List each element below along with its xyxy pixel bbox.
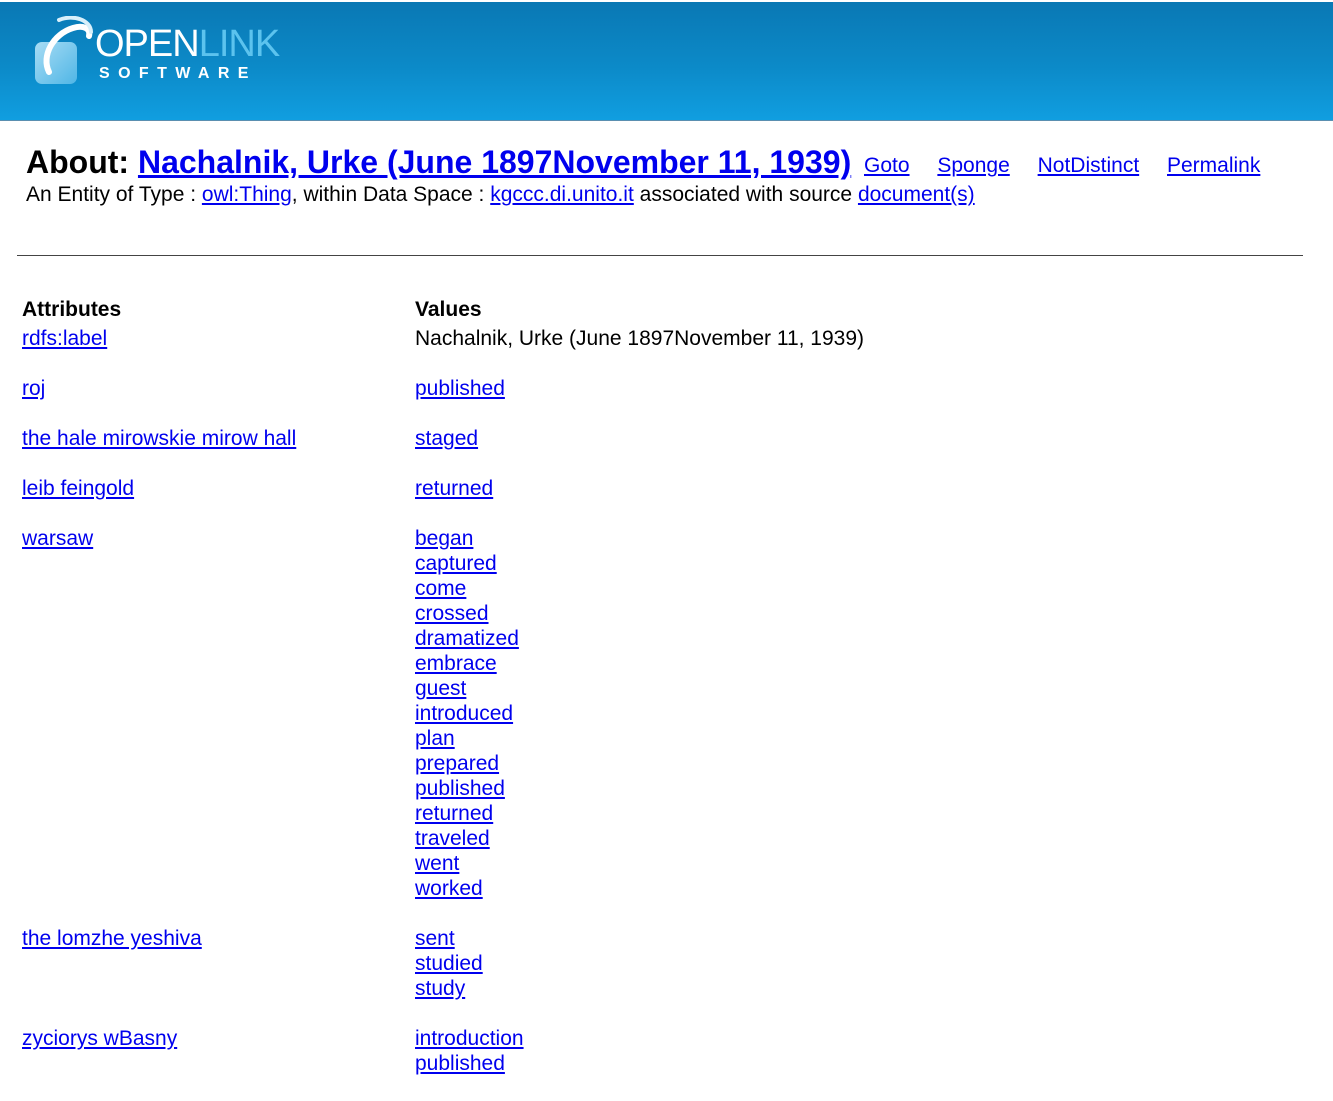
attributes-table: Attributes Values rdfs:label Nachalnik, U…	[22, 296, 1312, 1101]
action-links: Goto Sponge NotDistinct Permalink	[864, 153, 1282, 179]
value-cell: staged	[415, 426, 1312, 451]
value-link[interactable]: worked	[415, 876, 1312, 901]
attribute-link[interactable]: the hale mirowskie mirow hall	[22, 427, 296, 450]
entity-type-prefix: An Entity of Type :	[26, 183, 197, 206]
value-cell: returned	[415, 476, 1312, 501]
value-link[interactable]: plan	[415, 726, 1312, 751]
attribute-cell: rdfs:label	[22, 326, 415, 351]
value-link[interactable]: study	[415, 976, 1312, 1001]
logo-tagline: SOFTWARE	[99, 65, 257, 82]
value-link[interactable]: published	[415, 1051, 1312, 1076]
entity-type-link[interactable]: owl:Thing	[202, 183, 292, 206]
attribute-cell: the hale mirowskie mirow hall	[22, 426, 415, 451]
value-text: Nachalnik, Urke (June 1897November 11, 1…	[415, 327, 865, 350]
attribute-cell: leib feingold	[22, 476, 415, 501]
table-row: roj published	[22, 376, 1312, 401]
attribute-cell: warsaw	[22, 526, 415, 901]
attribute-link[interactable]: zyciorys wBasny	[22, 1027, 177, 1050]
value-link[interactable]: introduced	[415, 701, 1312, 726]
entity-title-link[interactable]: Nachalnik, Urke (June 1897November 11, 1…	[138, 144, 851, 180]
table-row: leib feingold returned	[22, 476, 1312, 501]
notdistinct-link[interactable]: NotDistinct	[1038, 154, 1140, 177]
value-link[interactable]: prepared	[415, 751, 1312, 776]
table-row: zyciorys wBasny introduction published	[22, 1026, 1312, 1076]
table-row: rdfs:label Nachalnik, Urke (June 1897Nove…	[22, 326, 1312, 351]
value-link[interactable]: crossed	[415, 601, 1312, 626]
value-link[interactable]: dramatized	[415, 626, 1312, 651]
table-row: the hale mirowskie mirow hall staged	[22, 426, 1312, 451]
value-link[interactable]: introduction	[415, 1026, 1312, 1051]
value-link[interactable]: returned	[415, 801, 1312, 826]
value-link[interactable]: began	[415, 526, 1312, 551]
value-link[interactable]: captured	[415, 551, 1312, 576]
logo-word-open: OPEN	[95, 23, 200, 65]
sponge-link[interactable]: Sponge	[937, 154, 1009, 177]
data-space-prefix: , within Data Space :	[291, 183, 485, 206]
attributes-column-header: Attributes	[22, 298, 122, 321]
value-link[interactable]: staged	[415, 426, 1312, 451]
source-documents-link[interactable]: document(s)	[858, 183, 975, 206]
values-column-header: Values	[415, 298, 482, 321]
table-row: warsaw began captured come crossed dramatized…	[22, 526, 1312, 901]
openlink-logo-mark-icon	[35, 16, 93, 84]
page-title: About: Nachalnik, Urke (June 1897Novembe…	[26, 141, 851, 183]
value-link[interactable]: traveled	[415, 826, 1312, 851]
openlink-logo[interactable]: OPENLINK SOFTWARE	[33, 16, 283, 88]
header-divider	[17, 255, 1303, 256]
attribute-link[interactable]: warsaw	[22, 527, 93, 550]
about-prefix: About:	[26, 144, 130, 180]
value-link[interactable]: studied	[415, 951, 1312, 976]
value-link[interactable]: returned	[415, 476, 1312, 501]
value-link[interactable]: published	[415, 376, 1312, 401]
table-row: the lomzhe yeshiva sent studied study	[22, 926, 1312, 1001]
value-link[interactable]: published	[415, 776, 1312, 801]
value-cell: sent studied study	[415, 926, 1312, 1001]
data-space-link[interactable]: kgccc.di.unito.it	[490, 183, 634, 206]
goto-link[interactable]: Goto	[864, 154, 910, 177]
value-link[interactable]: sent	[415, 926, 1312, 951]
logo-word-link: LINK	[198, 23, 280, 65]
attribute-cell: zyciorys wBasny	[22, 1026, 415, 1076]
value-link[interactable]: guest	[415, 676, 1312, 701]
attribute-cell: roj	[22, 376, 415, 401]
entity-description: An Entity of Type : owl:Thing, within Da…	[26, 180, 975, 210]
site-header: OPENLINK SOFTWARE	[0, 2, 1333, 121]
value-cell: published	[415, 376, 1312, 401]
source-prefix: associated with source	[639, 183, 853, 206]
logo-wordmark: OPENLINK	[95, 23, 280, 65]
table-header: Attributes Values	[22, 296, 1312, 324]
attribute-link[interactable]: the lomzhe yeshiva	[22, 927, 202, 950]
attribute-link[interactable]: roj	[22, 377, 45, 400]
value-cell: introduction published	[415, 1026, 1312, 1076]
permalink-link[interactable]: Permalink	[1167, 154, 1260, 177]
value-cell: began captured come crossed dramatized embrac…	[415, 526, 1312, 901]
attribute-link[interactable]: leib feingold	[22, 477, 134, 500]
value-link[interactable]: went	[415, 851, 1312, 876]
table-body: rdfs:label Nachalnik, Urke (June 1897Nove…	[22, 326, 1312, 1076]
value-link[interactable]: embrace	[415, 651, 1312, 676]
attribute-link[interactable]: rdfs:label	[22, 327, 107, 350]
attribute-cell: the lomzhe yeshiva	[22, 926, 415, 1001]
value-cell: Nachalnik, Urke (June 1897November 11, 1…	[415, 326, 1312, 351]
value-link[interactable]: come	[415, 576, 1312, 601]
